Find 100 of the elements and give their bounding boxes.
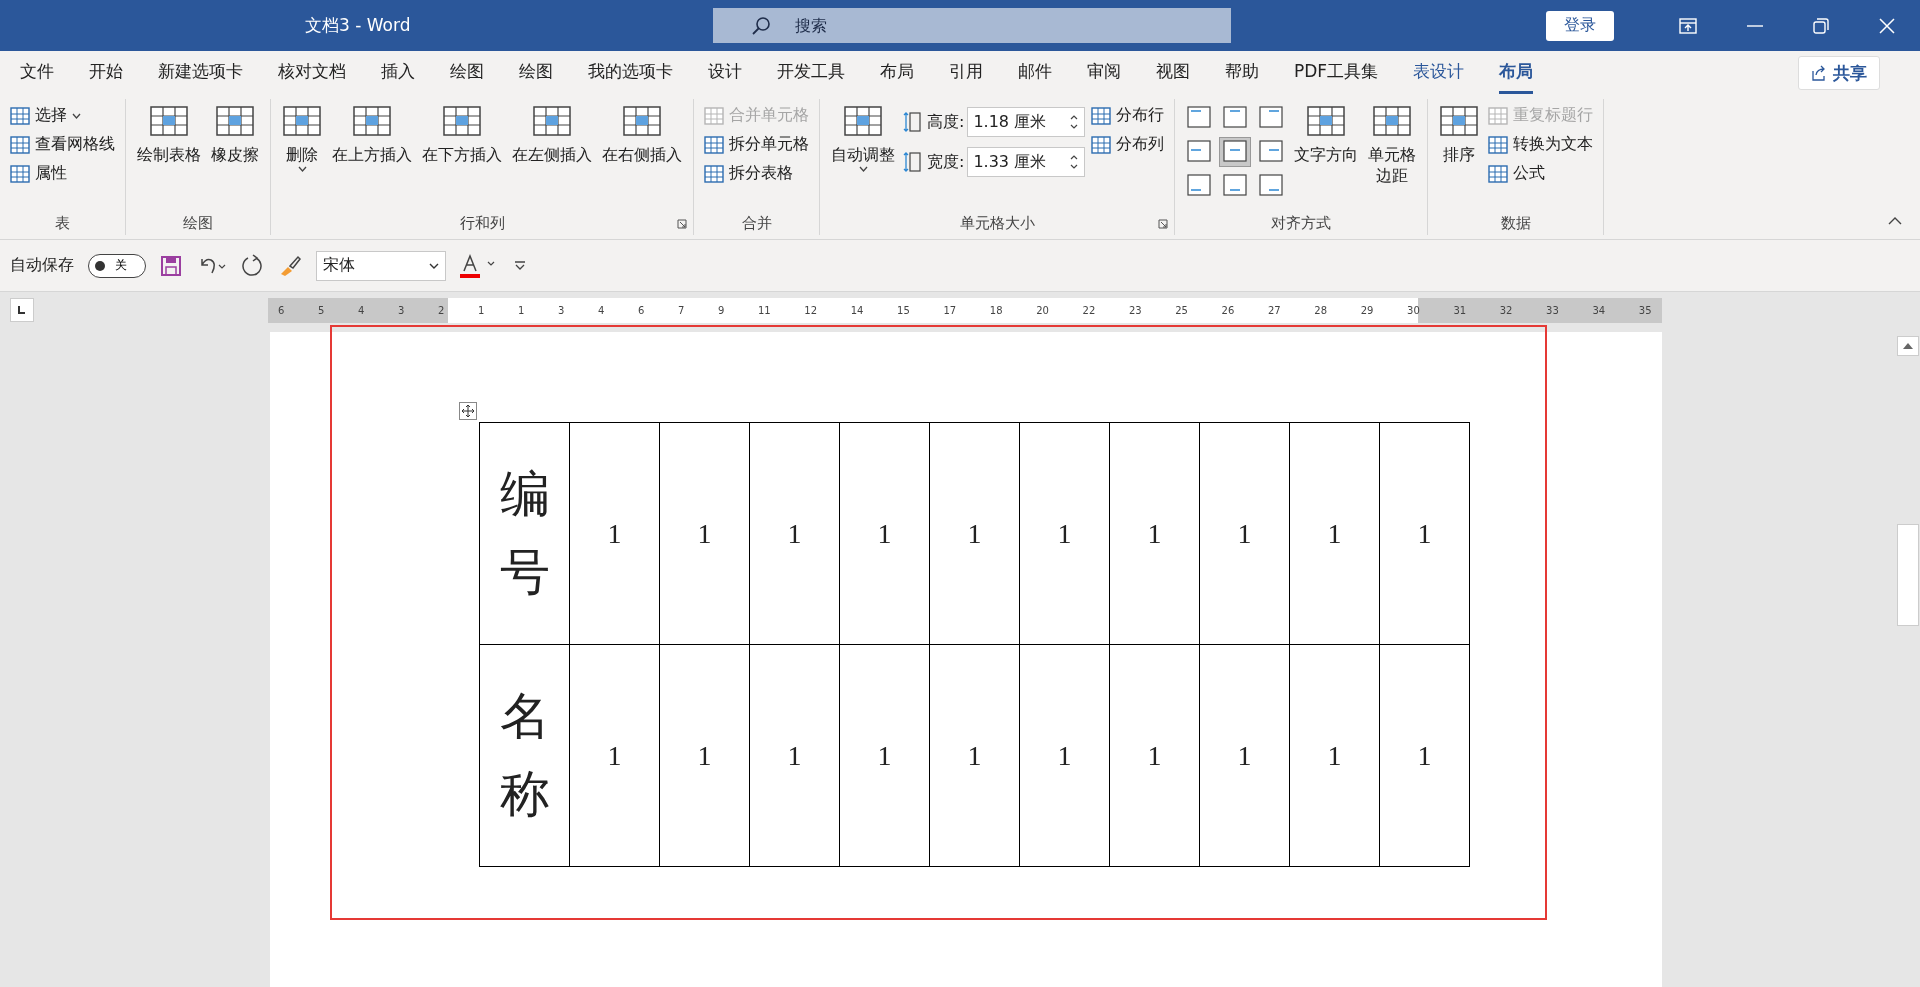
minimize-icon[interactable] (1747, 24, 1763, 27)
ribbon-button[interactable]: 在左侧插入 (509, 99, 595, 170)
redo-icon[interactable] (240, 253, 264, 278)
font-dropdown[interactable]: 宋体 (316, 250, 446, 281)
ribbon-button[interactable]: 自动调整 (828, 99, 898, 176)
ruler-number: 2 (438, 305, 445, 316)
search-field[interactable]: 搜索 (713, 8, 1231, 43)
save-icon[interactable] (160, 254, 182, 277)
ribbon-tab[interactable]: 设计 (708, 52, 742, 94)
table-grid-icon (1488, 164, 1509, 183)
table-grid-icon (442, 103, 482, 139)
spin-field[interactable]: 1.18 厘米 (967, 107, 1086, 137)
table-grid-icon (843, 103, 883, 139)
ruler-number: 4 (358, 305, 365, 316)
ribbon-button[interactable]: 橡皮擦 (208, 99, 262, 170)
sign-in-button[interactable]: 登录 (1546, 10, 1614, 41)
dialog-launcher-icon[interactable] (677, 219, 687, 229)
autosave-toggle[interactable]: 关 (88, 253, 146, 278)
ribbon-button[interactable]: 查看网格线 (8, 132, 117, 157)
align-button[interactable] (1219, 137, 1252, 167)
table-cell: 1 (1379, 422, 1470, 645)
ribbon-button[interactable]: 绘制表格 (134, 99, 204, 170)
ribbon-button[interactable]: 在右侧插入 (599, 99, 685, 170)
ruler-number: 18 (989, 305, 1003, 316)
table-grid-icon (1488, 106, 1509, 125)
restore-icon[interactable] (1813, 17, 1829, 34)
table-cell: 1 (749, 422, 840, 645)
ribbon-tab[interactable]: 绘图 (519, 52, 553, 94)
ruler-number: 4 (598, 305, 605, 316)
share-button[interactable]: 共享 (1798, 56, 1880, 90)
ribbon-tab[interactable]: 审阅 (1087, 52, 1121, 94)
ribbon-display-icon[interactable] (1679, 17, 1697, 34)
horizontal-ruler[interactable]: 6 5 4 3 2 1 1 3 4 6 7 9 11 12 14 15 17 18 20 22 23 25 26 27 28 29 30 31 32 33 34 35 (268, 298, 1662, 323)
ribbon-tab[interactable]: 插入 (381, 52, 415, 94)
ruler-number: 27 (1267, 305, 1281, 316)
table-cell: 1 (1109, 644, 1200, 867)
move-handle-icon[interactable] (459, 402, 477, 420)
ribbon-tab[interactable]: 布局 (880, 52, 914, 94)
scroll-up-icon[interactable] (1897, 336, 1919, 356)
ribbon-button[interactable]: 拆分表格 (702, 161, 811, 186)
ruler-number: 3 (398, 305, 405, 316)
ribbon-tab[interactable]: 绘图 (450, 52, 484, 94)
ribbon-tab[interactable]: 表设计 (1413, 52, 1465, 94)
ruler-number: 6 (638, 305, 645, 316)
ribbon-tab[interactable]: 新建选项卡 (158, 52, 243, 94)
ruler-number: 23 (1128, 305, 1142, 316)
customize-toolbar-icon[interactable] (514, 260, 526, 271)
ribbon-tab[interactable]: 我的选项卡 (588, 52, 673, 94)
table-cell: 1 (1109, 422, 1200, 645)
spin-field[interactable]: 1.33 厘米 (967, 147, 1086, 177)
ribbon-button[interactable]: 分布列 (1089, 132, 1167, 157)
field-label: 宽度: (927, 151, 965, 173)
tab-selector-icon[interactable] (10, 298, 34, 322)
share-icon (1811, 65, 1827, 81)
table-cell: 1 (1019, 422, 1110, 645)
ruler-number: 32 (1499, 305, 1513, 316)
dialog-launcher-icon[interactable] (1158, 219, 1169, 229)
table-grid-icon (149, 103, 189, 139)
ribbon-button[interactable]: 在上方插入 (329, 99, 415, 170)
ruler-number: 28 (1314, 305, 1328, 316)
ruler-number: 6 (278, 305, 285, 316)
ribbon-button[interactable]: 文字方向 (1291, 99, 1362, 170)
table-grid-icon (704, 106, 724, 125)
ruler-number: 1 (478, 305, 485, 316)
ribbon-button[interactable]: 属性 (8, 161, 117, 186)
collapse-ribbon-icon[interactable] (1888, 216, 1902, 225)
table-grid-icon (1306, 103, 1347, 139)
ruler-number: 14 (850, 305, 864, 316)
scroll-thumb[interactable] (1897, 524, 1919, 626)
table-cell: 1 (569, 644, 660, 867)
ribbon-button[interactable]: 在下方插入 (419, 99, 505, 170)
table-grid-icon (1091, 135, 1112, 154)
caret-icon (297, 166, 307, 172)
ribbon-button[interactable]: 拆分单元格 (702, 132, 811, 157)
spin-arrows-icon (1069, 153, 1080, 171)
ribbon-button[interactable]: 单元格 边距 (1365, 99, 1420, 191)
caret-icon (858, 166, 868, 172)
ribbon-tab[interactable]: 邮件 (1018, 52, 1052, 94)
ribbon-button[interactable]: 分布行 (1089, 103, 1167, 128)
close-icon[interactable] (1879, 17, 1895, 34)
ribbon-tab[interactable]: 引用 (949, 52, 983, 94)
ribbon-tab[interactable]: 布局 (1499, 52, 1534, 94)
table-grid-icon (10, 106, 30, 125)
ribbon-button[interactable]: 转换为文本 (1486, 132, 1596, 157)
group-label: 合并 (741, 213, 772, 233)
ribbon-button[interactable]: 公式 (1486, 161, 1596, 186)
table-grid-icon (532, 103, 572, 139)
ribbon-button[interactable]: 删除 (279, 99, 325, 176)
ribbon-tab[interactable]: 开始 (89, 52, 123, 94)
table-grid-icon (622, 103, 662, 139)
ribbon-tab[interactable]: 核对文档 (278, 52, 346, 94)
ribbon-tab[interactable]: 帮助 (1225, 52, 1259, 94)
table-cell: 1 (839, 422, 930, 645)
ribbon-button[interactable]: 选择 (8, 103, 117, 128)
ribbon-tab[interactable]: PDF工具集 (1294, 52, 1379, 94)
ribbon-button[interactable]: 排序 (1436, 99, 1483, 170)
ribbon-tab[interactable]: 视图 (1156, 52, 1190, 94)
ribbon-tab[interactable]: 文件 (20, 52, 54, 94)
ribbon-tab[interactable]: 开发工具 (777, 52, 845, 94)
ruler-number: 11 (758, 305, 771, 316)
